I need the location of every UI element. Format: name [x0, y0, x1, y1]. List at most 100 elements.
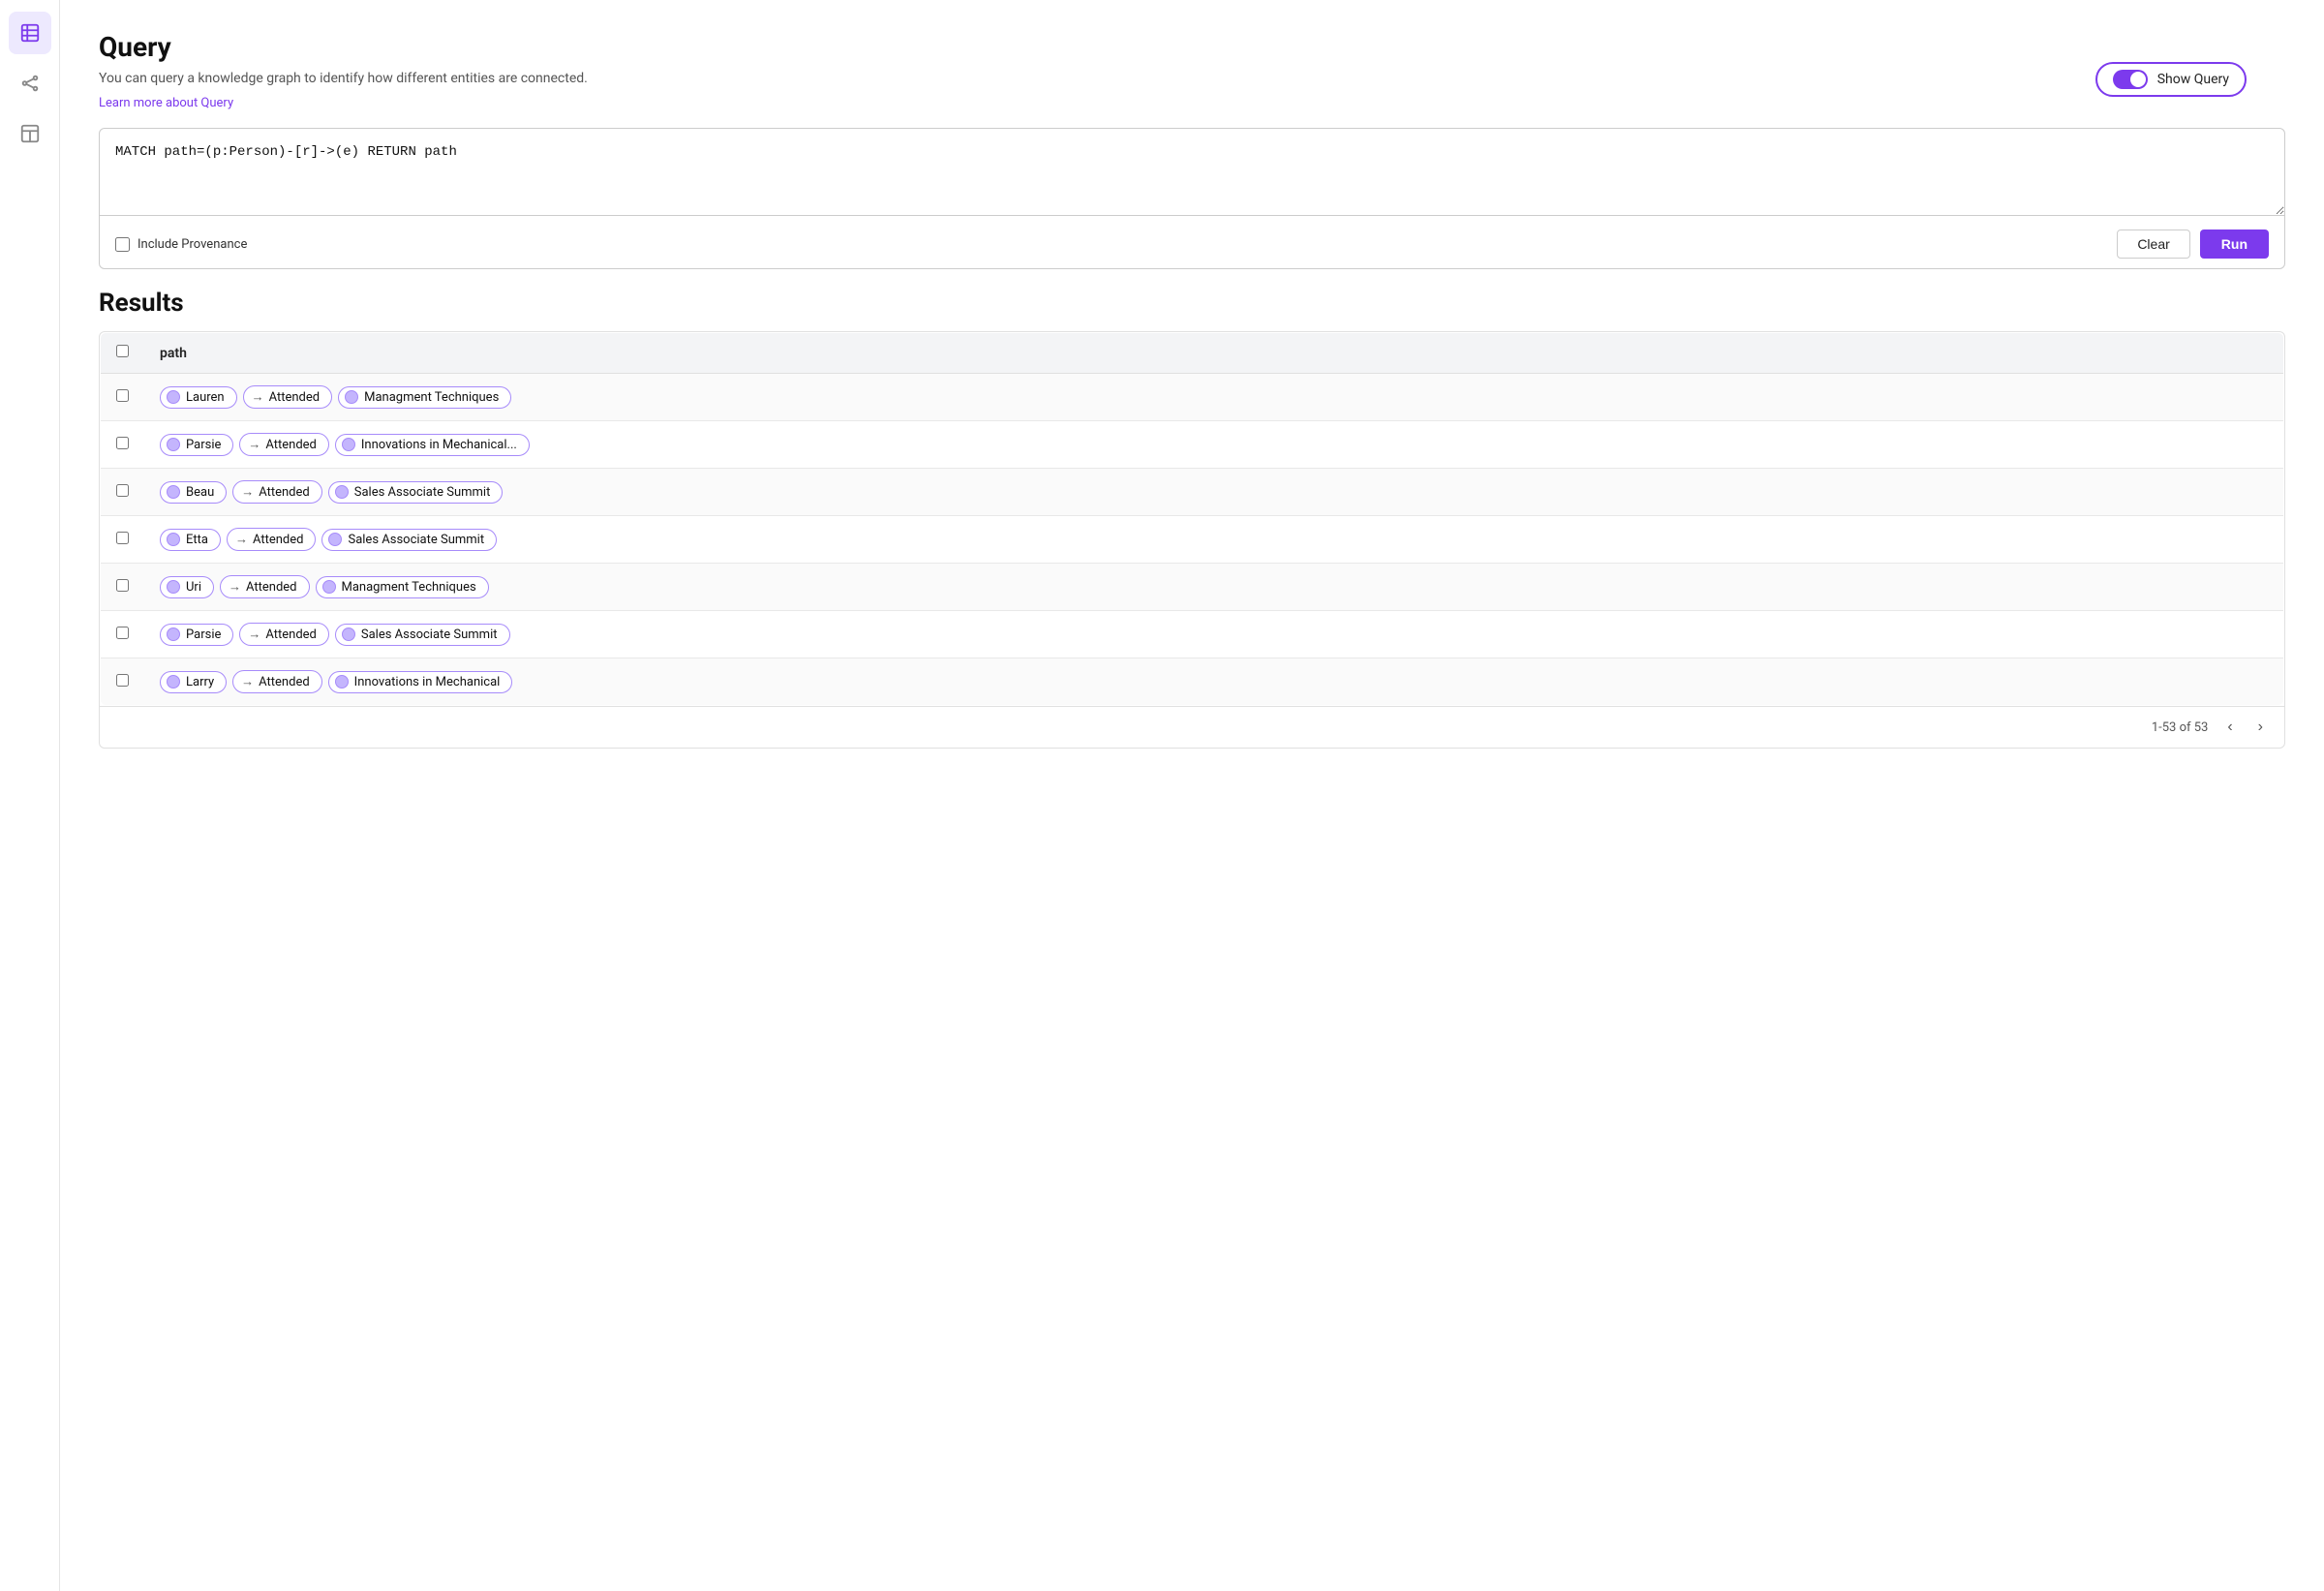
edge-label: Attended — [269, 390, 321, 405]
path-row: Parsie →Attended Sales Associate Summit — [160, 623, 2268, 646]
learn-more-link[interactable]: Learn more about Query — [99, 96, 233, 110]
path-cell: Larry →Attended Innovations in Mechanical — [144, 658, 2284, 706]
page-subtitle: You can query a knowledge graph to ident… — [99, 71, 2285, 86]
clear-button[interactable]: Clear — [2117, 229, 2189, 259]
edge-pill: →Attended — [227, 528, 317, 551]
path-cell: Beau →Attended Sales Associate Summit — [144, 469, 2284, 516]
graph-icon — [19, 73, 41, 94]
include-provenance-label[interactable]: Include Provenance — [115, 237, 247, 252]
table-row: Beau →Attended Sales Associate Summit — [101, 469, 2284, 516]
node-pill: Managment Techniques — [316, 576, 489, 598]
results-thead: path — [101, 333, 2284, 374]
path-row: Beau →Attended Sales Associate Summit — [160, 480, 2268, 504]
path-cell: Parsie →Attended Innovations in Mechanical… — [144, 421, 2284, 469]
arrow-icon: → — [235, 532, 248, 547]
node-dot-icon — [167, 485, 180, 499]
path-cell: Etta →Attended Sales Associate Summit — [144, 516, 2284, 564]
edge-pill: →Attended — [239, 623, 329, 646]
node-label: Managment Techniques — [364, 390, 499, 405]
edge-pill: →Attended — [232, 670, 322, 693]
node-label: Parsie — [186, 438, 221, 452]
node-pill: Larry — [160, 671, 227, 693]
show-query-toggle[interactable]: Show Query — [2095, 62, 2247, 97]
row-checkbox[interactable] — [116, 532, 129, 544]
node-label: Managment Techniques — [342, 580, 476, 595]
node-pill: Sales Associate Summit — [335, 624, 510, 646]
node-label: Innovations in Mechanical... — [361, 438, 517, 452]
edge-pill: →Attended — [243, 385, 333, 409]
edge-pill: →Attended — [220, 575, 310, 598]
row-checkbox-cell — [101, 374, 145, 421]
node-label: Innovations in Mechanical — [354, 675, 501, 689]
table-row: Lauren →Attended Managment Techniques — [101, 374, 2284, 421]
edge-label: Attended — [259, 485, 310, 500]
edge-label: Attended — [265, 438, 317, 452]
show-query-label: Show Query — [2157, 72, 2229, 87]
row-checkbox-cell — [101, 658, 145, 706]
table-row: Parsie →Attended Sales Associate Summit — [101, 611, 2284, 658]
sidebar-item-table[interactable] — [9, 12, 51, 54]
row-checkbox[interactable] — [116, 627, 129, 639]
edge-label: Attended — [246, 580, 297, 595]
row-checkbox[interactable] — [116, 674, 129, 687]
include-provenance-checkbox[interactable] — [115, 237, 130, 252]
run-button[interactable]: Run — [2200, 229, 2269, 259]
path-row: Larry →Attended Innovations in Mechanical — [160, 670, 2268, 693]
results-title: Results — [99, 289, 2285, 318]
row-checkbox[interactable] — [116, 579, 129, 592]
path-row: Parsie →Attended Innovations in Mechanical… — [160, 433, 2268, 456]
node-label: Uri — [186, 580, 201, 595]
row-checkbox[interactable] — [116, 437, 129, 449]
node-dot-icon — [167, 390, 180, 404]
node-label: Beau — [186, 485, 214, 500]
sidebar — [0, 0, 60, 1591]
row-checkbox-cell — [101, 611, 145, 658]
row-checkbox[interactable] — [116, 484, 129, 497]
edge-label: Attended — [259, 675, 310, 689]
node-pill: Managment Techniques — [338, 386, 511, 409]
edge-label: Attended — [265, 627, 317, 642]
query-textarea[interactable] — [100, 129, 2284, 216]
header-area: Query You can query a knowledge graph to… — [99, 31, 2285, 128]
node-pill: Innovations in Mechanical... — [335, 434, 530, 456]
node-dot-icon — [335, 675, 349, 688]
node-dot-icon — [167, 580, 180, 594]
results-container: path Lauren→AttendedManagment Techniques… — [99, 331, 2285, 749]
node-label: Sales Associate Summit — [348, 533, 484, 547]
node-dot-icon — [342, 627, 355, 641]
node-label: Sales Associate Summit — [361, 627, 498, 642]
page-title: Query — [99, 31, 2285, 63]
toggle-switch-icon — [2113, 70, 2148, 89]
node-dot-icon — [342, 438, 355, 451]
node-label: Sales Associate Summit — [354, 485, 491, 500]
node-pill: Etta — [160, 529, 221, 551]
row-checkbox-cell — [101, 516, 145, 564]
row-checkbox-cell — [101, 564, 145, 611]
node-pill: Parsie — [160, 624, 233, 646]
node-label: Parsie — [186, 627, 221, 642]
node-label: Lauren — [186, 390, 225, 405]
node-label: Larry — [186, 675, 214, 689]
edge-pill: →Attended — [239, 433, 329, 456]
main-content: Query You can query a knowledge graph to… — [60, 0, 2324, 1591]
node-pill: Beau — [160, 481, 227, 504]
query-box: Include Provenance Clear Run — [99, 128, 2285, 269]
row-checkbox-cell — [101, 469, 145, 516]
path-cell: Uri →Attended Managment Techniques — [144, 564, 2284, 611]
select-all-checkbox[interactable] — [116, 345, 129, 357]
results-tbody: Lauren→AttendedManagment TechniquesParsi… — [101, 374, 2284, 706]
next-page-button[interactable]: › — [2252, 717, 2269, 738]
path-column-header: path — [144, 333, 2284, 374]
node-pill: Uri — [160, 576, 214, 598]
table-row: Uri →Attended Managment Techniques — [101, 564, 2284, 611]
row-checkbox[interactable] — [116, 389, 129, 402]
node-pill: Innovations in Mechanical — [328, 671, 513, 693]
node-dot-icon — [167, 533, 180, 546]
sidebar-item-chart[interactable] — [9, 112, 51, 155]
prev-page-button[interactable]: ‹ — [2221, 717, 2238, 738]
edge-pill: →Attended — [232, 480, 322, 504]
table-icon — [19, 22, 41, 44]
row-checkbox-cell — [101, 421, 145, 469]
node-pill: Lauren — [160, 386, 237, 409]
sidebar-item-graph[interactable] — [9, 62, 51, 105]
